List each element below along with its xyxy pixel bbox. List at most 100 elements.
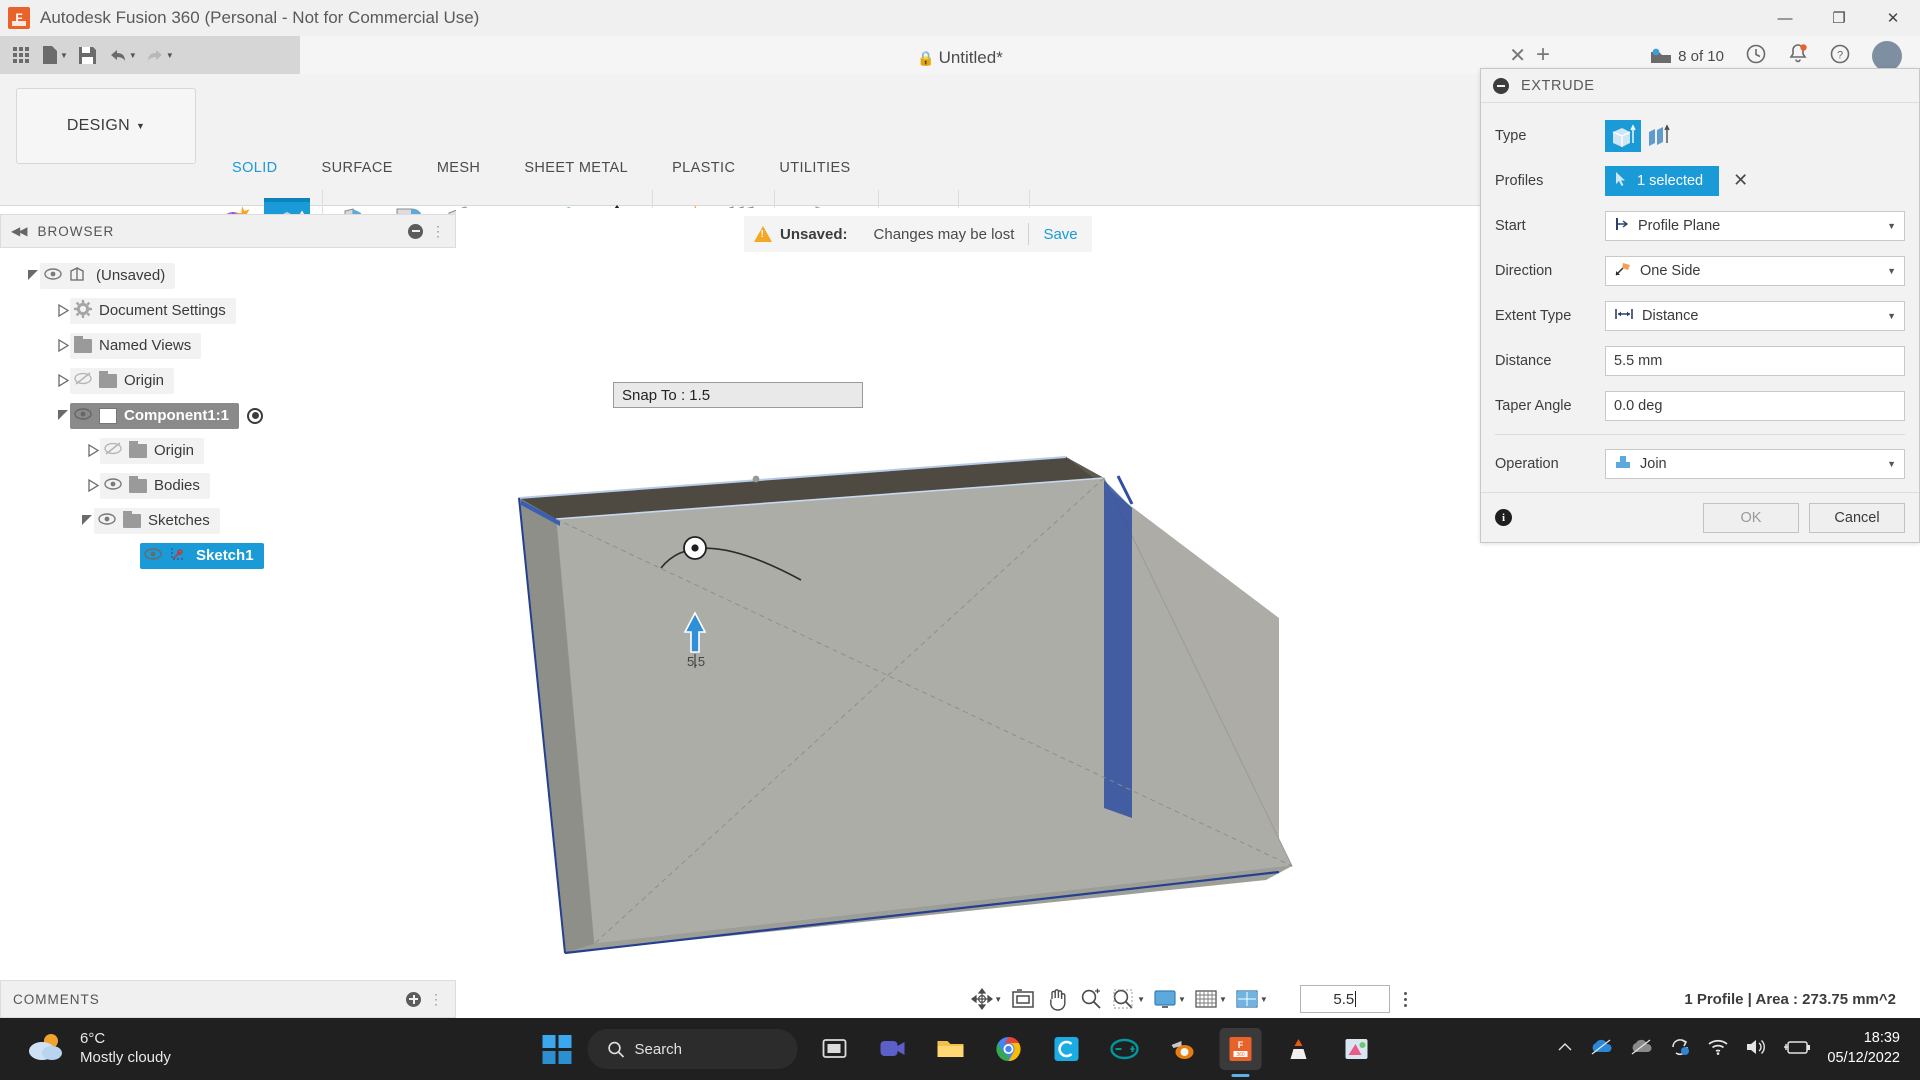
- display-settings-caret[interactable]: ▼: [1178, 995, 1186, 1004]
- tab-solid[interactable]: SOLID: [210, 158, 300, 178]
- close-tab-button[interactable]: ✕: [1509, 43, 1526, 68]
- expander-down-icon[interactable]: [26, 269, 40, 283]
- undo-caret[interactable]: ▼: [129, 51, 137, 60]
- minimize-button[interactable]: —: [1758, 0, 1812, 36]
- vlc-icon[interactable]: [1278, 1028, 1320, 1070]
- fusion-360-icon[interactable]: F360: [1220, 1028, 1262, 1070]
- toolbar-grip-icon[interactable]: [1280, 986, 1290, 1012]
- tab-plastic[interactable]: PLASTIC: [650, 158, 757, 178]
- tree-item-document-settings[interactable]: Document Settings: [0, 293, 456, 328]
- circle-plus-icon[interactable]: [406, 992, 421, 1007]
- visibility-eye-icon[interactable]: [98, 512, 116, 529]
- windows-start-icon[interactable]: [543, 1035, 572, 1064]
- taskbar-search[interactable]: Search: [588, 1029, 798, 1069]
- look-at-icon[interactable]: [1008, 983, 1038, 1015]
- panel-grip-icon[interactable]: ⋮: [431, 223, 445, 240]
- close-button[interactable]: ✕: [1866, 0, 1920, 36]
- user-avatar[interactable]: [1872, 41, 1902, 71]
- visibility-eye-icon[interactable]: [74, 407, 92, 424]
- weather-widget[interactable]: 6°C Mostly cloudy: [26, 1030, 171, 1068]
- new-file-icon[interactable]: ▼: [38, 40, 71, 70]
- display-settings-icon[interactable]: ▼: [1151, 983, 1188, 1015]
- taskbar-clock[interactable]: 18:39 05/12/2022: [1827, 1029, 1900, 1068]
- expander-right-icon[interactable]: [86, 479, 100, 493]
- sync-icon[interactable]: [1669, 1037, 1691, 1062]
- grid-snap-caret[interactable]: ▼: [1219, 995, 1227, 1004]
- extrude-extent-select[interactable]: Distance ▼: [1605, 301, 1905, 331]
- tab-mesh[interactable]: MESH: [415, 158, 503, 178]
- save-link-button[interactable]: Save: [1043, 226, 1077, 243]
- panel-grip-icon[interactable]: ⋮: [429, 991, 443, 1008]
- visibility-eye-icon[interactable]: [104, 477, 122, 494]
- chevron-down-icon[interactable]: ▼: [1887, 311, 1896, 321]
- tree-item-sketches[interactable]: Sketches: [0, 503, 456, 538]
- tree-item-origin-root[interactable]: Origin: [0, 363, 456, 398]
- chevron-down-icon[interactable]: ▼: [1887, 221, 1896, 231]
- extrude-profile-icon[interactable]: [1605, 120, 1641, 152]
- onedrive-icon[interactable]: [1589, 1038, 1613, 1061]
- chevron-up-icon[interactable]: [1557, 1040, 1573, 1058]
- grid-snap-icon[interactable]: ▼: [1192, 983, 1229, 1015]
- undo-icon[interactable]: ▼: [105, 40, 140, 70]
- tree-item-component1[interactable]: Component1:1: [0, 398, 456, 433]
- clear-x-icon[interactable]: ✕: [1733, 170, 1748, 191]
- bell-icon[interactable]: [1788, 43, 1808, 69]
- more-options-icon[interactable]: [1404, 992, 1407, 1007]
- tab-surface[interactable]: SURFACE: [300, 158, 415, 178]
- wifi-icon[interactable]: [1707, 1038, 1729, 1061]
- clock-history-icon[interactable]: [1746, 44, 1766, 69]
- visibility-eye-off-icon[interactable]: [104, 442, 122, 459]
- orbit-icon[interactable]: ▼: [969, 983, 1004, 1015]
- paint-icon[interactable]: [1336, 1028, 1378, 1070]
- maximize-button[interactable]: ❐: [1812, 0, 1866, 36]
- job-status-indicator[interactable]: 8 of 10: [1650, 48, 1724, 65]
- tab-sheet-metal[interactable]: SHEET METAL: [502, 158, 650, 178]
- zoom-window-caret[interactable]: ▼: [1137, 995, 1145, 1004]
- redo-icon[interactable]: ▼: [142, 40, 177, 70]
- zoom-window-icon[interactable]: ▼: [1110, 983, 1147, 1015]
- circle-minus-icon[interactable]: [408, 224, 423, 239]
- onedrive-paused-icon[interactable]: [1629, 1038, 1653, 1061]
- viewports-caret[interactable]: ▼: [1260, 995, 1268, 1004]
- new-tab-button[interactable]: +: [1536, 41, 1550, 69]
- expander-down-icon[interactable]: [80, 514, 94, 528]
- battery-charging-icon[interactable]: [1783, 1038, 1811, 1061]
- tree-item-sketch1[interactable]: Sketch1: [0, 538, 456, 573]
- chevron-down-icon[interactable]: ▼: [1887, 266, 1896, 276]
- extrude-thin-icon[interactable]: [1641, 120, 1677, 152]
- tree-item-origin-component[interactable]: Origin: [0, 433, 456, 468]
- tree-item-unsaved[interactable]: (Unsaved): [0, 258, 456, 293]
- viewports-icon[interactable]: ▼: [1233, 983, 1270, 1015]
- activate-radio-icon[interactable]: [247, 408, 263, 424]
- visibility-eye-icon[interactable]: [44, 267, 62, 284]
- save-icon[interactable]: [73, 40, 103, 70]
- profiles-selection-chip[interactable]: 1 selected: [1605, 166, 1719, 196]
- visibility-eye-icon[interactable]: [144, 547, 162, 564]
- visibility-eye-off-icon[interactable]: [74, 372, 92, 389]
- task-view-icon[interactable]: [814, 1028, 856, 1070]
- new-file-caret[interactable]: ▼: [60, 51, 68, 60]
- extrude-direction-select[interactable]: One Side ▼: [1605, 256, 1905, 286]
- apps-grid-icon[interactable]: [6, 40, 36, 70]
- pan-hand-icon[interactable]: [1042, 983, 1072, 1015]
- blender-icon[interactable]: [1162, 1028, 1204, 1070]
- extrude-taper-input[interactable]: 0.0 deg: [1605, 391, 1905, 421]
- orbit-caret[interactable]: ▼: [994, 995, 1002, 1004]
- info-icon[interactable]: i: [1495, 509, 1512, 526]
- expander-right-icon[interactable]: [56, 339, 70, 353]
- redo-caret[interactable]: ▼: [166, 51, 174, 60]
- tree-item-named-views[interactable]: Named Views: [0, 328, 456, 363]
- arduino-icon[interactable]: [1104, 1028, 1146, 1070]
- extrude-distance-input[interactable]: 5.5 mm: [1605, 346, 1905, 376]
- expander-down-icon[interactable]: [56, 409, 70, 423]
- tree-item-bodies[interactable]: Bodies: [0, 468, 456, 503]
- extrude-operation-select[interactable]: Join ▼: [1605, 449, 1905, 479]
- cancel-button[interactable]: Cancel: [1809, 503, 1905, 533]
- volume-icon[interactable]: [1745, 1038, 1767, 1061]
- circle-minus-icon[interactable]: [1493, 78, 1509, 94]
- chevron-down-icon[interactable]: ▼: [1887, 459, 1896, 469]
- expander-right-icon[interactable]: [56, 304, 70, 318]
- tab-utilities[interactable]: UTILITIES: [757, 158, 872, 178]
- zoom-icon[interactable]: [1076, 983, 1106, 1015]
- chrome-icon[interactable]: [988, 1028, 1030, 1070]
